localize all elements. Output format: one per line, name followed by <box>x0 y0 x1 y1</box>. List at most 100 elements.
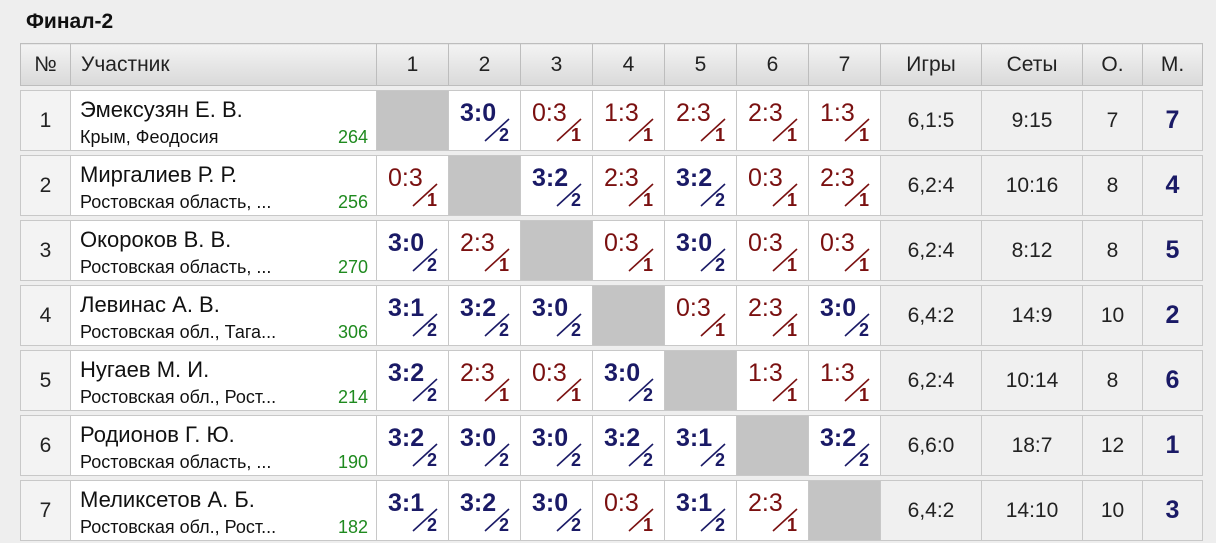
match-result-cell[interactable]: 3:2 2 <box>376 350 449 411</box>
match-result-cell[interactable]: 1:3 1 <box>808 90 881 151</box>
match-result-cell[interactable]: 3:0 2 <box>448 90 521 151</box>
table-row: 2 Миргалиев Р. Р. Ростовская область, ... 2… <box>20 155 1203 216</box>
sets-cell: 9:15 <box>981 90 1083 151</box>
participant-cell[interactable]: Эмексузян Е. В. Крым, Феодосия 264 <box>70 90 377 151</box>
participant-name[interactable]: Левинас А. В. <box>80 292 220 318</box>
header-place[interactable]: М. <box>1142 43 1203 86</box>
match-result-cell[interactable]: 0:3 1 <box>808 220 881 281</box>
participant-name[interactable]: Родионов Г. Ю. <box>80 422 235 448</box>
match-points: 1 <box>859 125 870 145</box>
row-number: 1 <box>20 90 71 151</box>
match-result-cell[interactable]: 3:2 2 <box>376 415 449 476</box>
participant-city: Ростовская область, ... <box>80 257 272 277</box>
header-points[interactable]: О. <box>1082 43 1143 86</box>
match-result-cell[interactable]: 3:1 2 <box>664 415 737 476</box>
match-result-cell[interactable]: 3:0 2 <box>664 220 737 281</box>
self-match-cell <box>592 285 665 346</box>
match-result-cell[interactable]: 0:3 1 <box>520 350 593 411</box>
match-result-cell[interactable]: 3:2 2 <box>448 480 521 541</box>
match-result-cell[interactable]: 0:3 1 <box>736 155 809 216</box>
match-result-cell[interactable]: 3:0 2 <box>592 350 665 411</box>
match-result-cell[interactable]: 2:3 1 <box>808 155 881 216</box>
match-result-cell[interactable]: 1:3 1 <box>592 90 665 151</box>
match-points: 1 <box>787 320 798 340</box>
match-result-cell[interactable]: 2:3 1 <box>736 480 809 541</box>
participant-cell[interactable]: Меликсетов А. Б. Ростовская обл., Рост...… <box>70 480 377 541</box>
match-result-cell[interactable]: 0:3 1 <box>592 480 665 541</box>
match-result-cell[interactable]: 3:2 2 <box>664 155 737 216</box>
row-number: 3 <box>20 220 71 281</box>
header-round-4[interactable]: 4 <box>592 43 665 86</box>
match-points: 1 <box>643 515 654 535</box>
games-cell: 6,2:4 <box>880 155 982 216</box>
sets-cell: 10:16 <box>981 155 1083 216</box>
match-result-cell[interactable]: 0:3 1 <box>664 285 737 346</box>
participant-name[interactable]: Меликсетов А. Б. <box>80 487 255 513</box>
header-round-1[interactable]: 1 <box>376 43 449 86</box>
match-points: 1 <box>499 385 510 405</box>
match-result-cell[interactable]: 3:2 2 <box>592 415 665 476</box>
match-result-cell[interactable]: 3:2 2 <box>448 285 521 346</box>
participant-cell[interactable]: Левинас А. В. Ростовская обл., Тага... 306 <box>70 285 377 346</box>
match-points: 2 <box>571 515 582 535</box>
match-result-cell[interactable]: 2:3 1 <box>448 350 521 411</box>
match-result-cell[interactable]: 3:2 2 <box>808 415 881 476</box>
match-result-cell[interactable]: 2:3 1 <box>736 90 809 151</box>
participant-cell[interactable]: Окороков В. В. Ростовская область, ... 270 <box>70 220 377 281</box>
participant-name[interactable]: Нугаев М. И. <box>80 357 209 383</box>
match-result-cell[interactable]: 2:3 1 <box>592 155 665 216</box>
match-result-cell[interactable]: 2:3 1 <box>736 285 809 346</box>
match-result-cell[interactable]: 3:0 2 <box>520 415 593 476</box>
header-round-7[interactable]: 7 <box>808 43 881 86</box>
header-round-6[interactable]: 6 <box>736 43 809 86</box>
points-cell: 10 <box>1082 285 1143 346</box>
match-result-cell[interactable]: 3:2 2 <box>520 155 593 216</box>
match-result-cell[interactable]: 3:1 2 <box>376 480 449 541</box>
header-participant[interactable]: Участник <box>70 43 377 86</box>
participant-name[interactable]: Миргалиев Р. Р. <box>80 162 237 188</box>
match-points: 1 <box>643 190 654 210</box>
points-cell: 8 <box>1082 155 1143 216</box>
match-points: 1 <box>787 190 798 210</box>
participant-city: Ростовская обл., Тага... <box>80 322 277 342</box>
participant-city: Ростовская область, ... <box>80 452 272 472</box>
header-round-2[interactable]: 2 <box>448 43 521 86</box>
match-result-cell[interactable]: 0:3 1 <box>520 90 593 151</box>
match-points: 2 <box>427 450 438 470</box>
match-result-cell[interactable]: 1:3 1 <box>736 350 809 411</box>
match-points: 2 <box>571 190 582 210</box>
points-cell: 8 <box>1082 220 1143 281</box>
header-sets[interactable]: Сеты <box>981 43 1083 86</box>
match-result-cell[interactable]: 3:0 2 <box>520 285 593 346</box>
self-match-cell <box>448 155 521 216</box>
match-result-cell[interactable]: 3:0 2 <box>520 480 593 541</box>
participant-name[interactable]: Эмексузян Е. В. <box>80 97 243 123</box>
match-result-cell[interactable]: 0:3 1 <box>376 155 449 216</box>
header-no[interactable]: № <box>20 43 71 86</box>
header-round-3[interactable]: 3 <box>520 43 593 86</box>
participant-rating: 182 <box>337 517 368 537</box>
match-result-cell[interactable]: 1:3 1 <box>808 350 881 411</box>
match-points: 2 <box>571 320 582 340</box>
participant-rating: 256 <box>337 192 368 212</box>
match-result-cell[interactable]: 0:3 1 <box>592 220 665 281</box>
participant-name[interactable]: Окороков В. В. <box>80 227 231 253</box>
match-result-cell[interactable]: 2:3 1 <box>664 90 737 151</box>
match-result-cell[interactable]: 0:3 1 <box>736 220 809 281</box>
match-result-cell[interactable]: 3:0 2 <box>448 415 521 476</box>
match-points: 2 <box>643 450 654 470</box>
match-points: 2 <box>715 255 726 275</box>
table-row: 4 Левинас А. В. Ростовская обл., Тага... 30… <box>20 285 1203 346</box>
header-games[interactable]: Игры <box>880 43 982 86</box>
participant-cell[interactable]: Миргалиев Р. Р. Ростовская область, ... 25… <box>70 155 377 216</box>
header-round-5[interactable]: 5 <box>664 43 737 86</box>
match-result-cell[interactable]: 3:0 2 <box>808 285 881 346</box>
match-result-cell[interactable]: 3:1 2 <box>664 480 737 541</box>
match-points: 1 <box>715 125 726 145</box>
match-result-cell[interactable]: 2:3 1 <box>448 220 521 281</box>
match-result-cell[interactable]: 3:1 2 <box>376 285 449 346</box>
participant-cell[interactable]: Нугаев М. И. Ростовская обл., Рост... 214 <box>70 350 377 411</box>
participant-cell[interactable]: Родионов Г. Ю. Ростовская область, ... 190 <box>70 415 377 476</box>
match-result-cell[interactable]: 3:0 2 <box>376 220 449 281</box>
row-number: 7 <box>20 480 71 541</box>
